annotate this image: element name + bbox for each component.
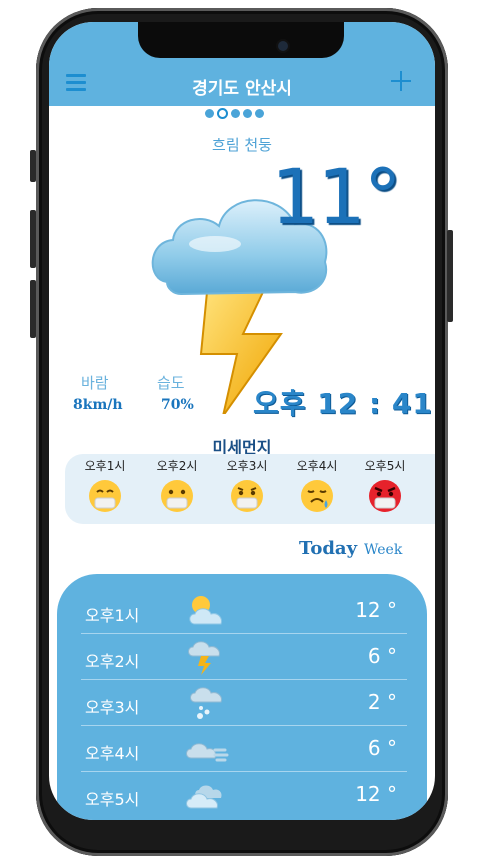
power-button: [447, 230, 453, 322]
current-time: 오후 12 : 41: [253, 387, 433, 420]
worried-face-icon: [231, 480, 263, 512]
hourly-time: 오후4시: [85, 744, 140, 763]
hourly-time: 오후1시: [85, 606, 140, 625]
cloud-lightning-icon: [188, 641, 220, 675]
cloud-wind-icon: [186, 743, 229, 762]
good-face-icon: [89, 480, 121, 512]
page-dot[interactable]: [243, 109, 252, 118]
location-title: 경기도 안산시: [192, 79, 292, 99]
sun-cloud-icon: [189, 596, 222, 625]
add-location-icon[interactable]: [390, 70, 412, 92]
page-indicator: [205, 108, 264, 119]
dust-item: 오후1시: [75, 457, 135, 514]
hourly-time: 오후2시: [85, 652, 140, 671]
dust-item: 오후3시: [217, 457, 277, 514]
dust-item: 오후2시: [147, 457, 207, 514]
dust-item: 오후5시: [355, 457, 415, 514]
mute-switch: [30, 150, 36, 182]
dust-item: 오후4시: [287, 457, 347, 514]
wind-value: 8km/h: [73, 397, 123, 413]
sad-face-icon: [301, 480, 333, 512]
humidity-label: 습도: [157, 374, 185, 392]
dust-time: 오후5시: [364, 459, 406, 473]
tab-week[interactable]: Week: [364, 542, 402, 558]
page-dot[interactable]: [255, 109, 264, 118]
page-dot[interactable]: [205, 109, 214, 118]
wind-label: 바람: [81, 374, 109, 392]
hourly-row: 오후4시 6 °: [81, 726, 407, 772]
cloudy-icon: [186, 785, 222, 809]
current-temperature: 11°: [271, 152, 402, 241]
hourly-temp: 6 °: [367, 736, 397, 760]
page-dot[interactable]: [231, 109, 240, 118]
hourly-temp: 6 °: [367, 644, 397, 668]
hourly-temp: 2 °: [367, 690, 397, 714]
hourly-temp: 12 °: [355, 598, 397, 622]
hourly-row: 오후2시 6 °: [81, 634, 407, 680]
hourly-row: 오후1시 12 °: [81, 588, 407, 634]
dust-time: 오후4시: [296, 459, 338, 473]
dust-time: 오후1시: [84, 459, 126, 473]
hourly-row: 오후5시 12 °: [81, 772, 407, 818]
page-dot-active[interactable]: [217, 108, 228, 119]
normal-face-icon: [161, 480, 193, 512]
volume-up-button: [30, 210, 36, 268]
humidity-value: 70%: [161, 397, 194, 413]
cloud-snow-icon: [190, 687, 222, 719]
hourly-temp: 12 °: [355, 782, 397, 806]
hourly-forecast: 오후1시 12 ° 오후2시 6 ° 오후3시 2 ° 오후4시 6 ° 오후5…: [57, 574, 427, 820]
dust-time: 오후2시: [156, 459, 198, 473]
volume-down-button: [30, 280, 36, 338]
front-camera: [278, 41, 288, 51]
hourly-row: 오후3시 2 °: [81, 680, 407, 726]
hourly-time: 오후3시: [85, 698, 140, 717]
angry-face-icon: [369, 480, 401, 512]
dust-time: 오후3시: [226, 459, 268, 473]
tab-today[interactable]: Today: [299, 538, 357, 559]
notch: [138, 22, 344, 58]
app-screen: 경기도 안산시 흐림 천둥 11° 바람 8km/h 습도 70% 오후 12 …: [49, 22, 435, 820]
hourly-time: 오후5시: [85, 790, 140, 809]
